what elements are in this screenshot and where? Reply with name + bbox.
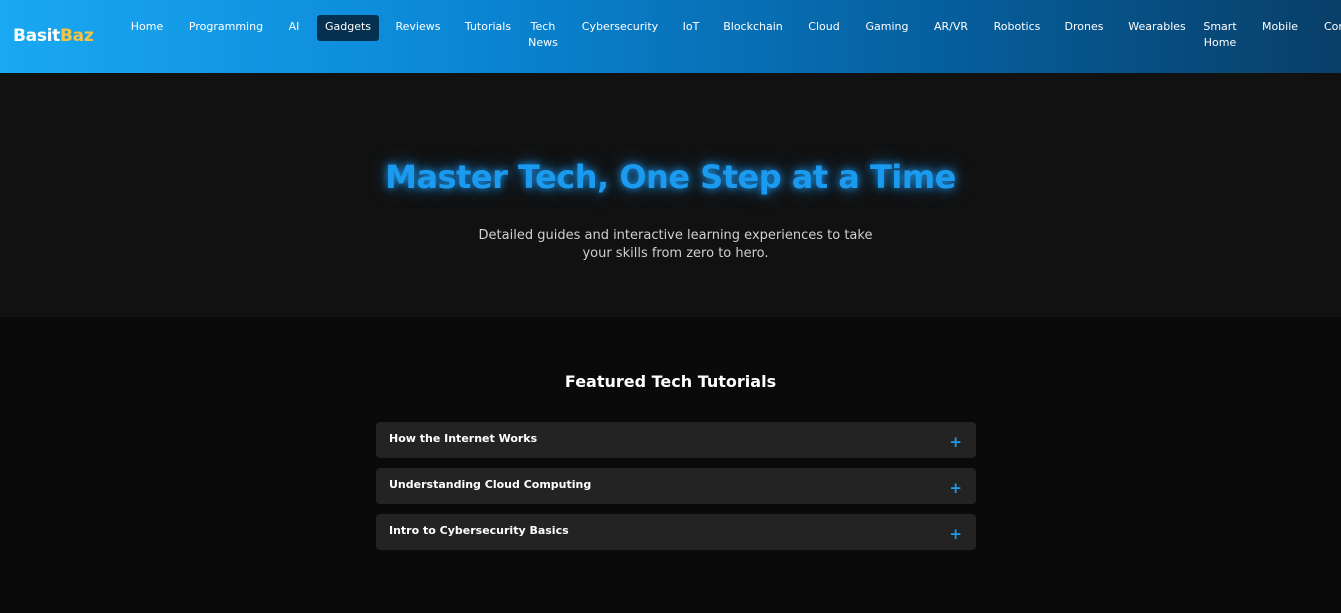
- plus-icon[interactable]: +: [949, 526, 962, 542]
- top-navbar: BasitBaz Home Programming AI Gadgets Rev…: [0, 0, 1341, 73]
- nav-item-ar-vr[interactable]: AR/VR: [928, 15, 974, 41]
- nav-item-ai[interactable]: AI: [282, 15, 306, 41]
- nav-item-cor[interactable]: Cor: [1318, 15, 1341, 41]
- tutorial-accordion-item-cloud[interactable]: Understanding Cloud Computing +: [376, 468, 976, 504]
- brand-logo[interactable]: BasitBaz: [13, 26, 94, 46]
- nav-item-mobile[interactable]: Mobile: [1256, 15, 1304, 41]
- nav-item-blockchain[interactable]: Blockchain: [718, 15, 788, 41]
- nav-item-iot[interactable]: IoT: [677, 15, 705, 41]
- plus-icon[interactable]: +: [949, 480, 962, 496]
- nav-item-programming[interactable]: Programming: [183, 15, 269, 41]
- nav-item-cloud[interactable]: Cloud: [801, 15, 847, 41]
- nav-item-cybersecurity[interactable]: Cybersecurity: [577, 15, 663, 41]
- hero-section: Master Tech, One Step at a Time Detailed…: [0, 73, 1341, 317]
- nav-item-home[interactable]: Home: [125, 15, 169, 41]
- hero-title: Master Tech, One Step at a Time: [385, 158, 956, 196]
- plus-icon[interactable]: +: [949, 434, 962, 450]
- tutorial-accordion-item-internet[interactable]: How the Internet Works +: [376, 422, 976, 458]
- nav-item-wearables[interactable]: Wearables: [1122, 15, 1192, 41]
- nav-item-drones[interactable]: Drones: [1060, 15, 1108, 41]
- featured-tutorials-section: Featured Tech Tutorials How the Internet…: [0, 317, 1341, 613]
- featured-title: Featured Tech Tutorials: [564, 372, 777, 391]
- nav-item-smart-home[interactable]: Smart Home: [1199, 15, 1241, 55]
- nav-item-robotics[interactable]: Robotics: [987, 15, 1047, 41]
- hero-subtitle: Detailed guides and interactive learning…: [478, 228, 873, 261]
- nav-item-tech-news[interactable]: Tech News: [526, 15, 560, 55]
- accordion-label: Intro to Cybersecurity Basics: [389, 524, 569, 537]
- nav-item-gaming[interactable]: Gaming: [860, 15, 914, 41]
- nav-item-reviews[interactable]: Reviews: [390, 15, 446, 41]
- accordion-label: How the Internet Works: [389, 432, 538, 445]
- accordion-label: Understanding Cloud Computing: [389, 478, 592, 491]
- brand-logo-part2: Baz: [60, 26, 94, 46]
- nav-item-gadgets[interactable]: Gadgets: [317, 15, 379, 41]
- brand-logo-part1: Basit: [13, 26, 61, 46]
- nav-item-tutorials[interactable]: Tutorials: [459, 15, 517, 41]
- tutorial-accordion-item-cybersecurity[interactable]: Intro to Cybersecurity Basics +: [376, 514, 976, 550]
